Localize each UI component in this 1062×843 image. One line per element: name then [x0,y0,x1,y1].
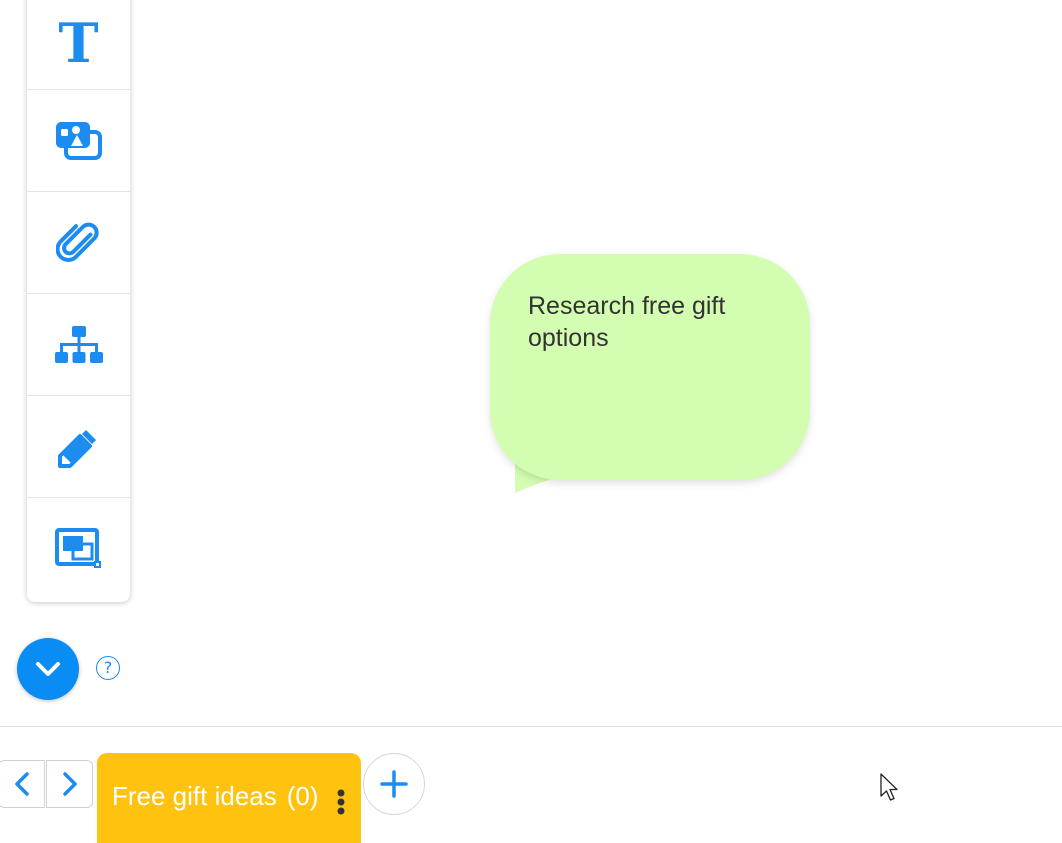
chevron-down-icon [36,662,60,676]
org-chart-icon [54,325,103,363]
help-button[interactable]: ? [96,656,120,680]
add-tab-button[interactable] [363,753,425,815]
text-icon: T [58,10,99,75]
tab-count: (0) [286,781,319,811]
sticky-note-text[interactable]: Research free gift options [528,290,788,354]
text-tool[interactable]: T [27,0,130,90]
draw-tool[interactable] [27,396,130,498]
media-tool[interactable] [27,90,130,192]
tab-label: Free gift ideas [112,781,277,811]
sticky-note[interactable] [490,254,810,480]
media-icon [55,121,102,160]
tab-free-gift-ideas[interactable]: Free gift ideas (0) [97,753,361,843]
frame-icon [54,527,101,568]
attachment-tool[interactable] [27,192,130,294]
more-vertical-icon[interactable] [333,789,349,817]
next-tab-button[interactable] [46,760,93,808]
plus-icon [380,770,408,798]
frame-tool[interactable] [27,498,130,599]
org-chart-tool[interactable] [27,294,130,396]
chevron-left-icon [14,772,29,796]
collapse-toolbar-button[interactable] [17,638,79,700]
pencil-icon [57,429,96,468]
tool-palette: T [27,0,130,602]
paperclip-icon [55,222,99,262]
previous-tab-button[interactable] [0,760,45,808]
chevron-right-icon [62,772,77,796]
bottom-bar-divider [0,726,1062,727]
mouse-cursor-icon [880,773,898,801]
